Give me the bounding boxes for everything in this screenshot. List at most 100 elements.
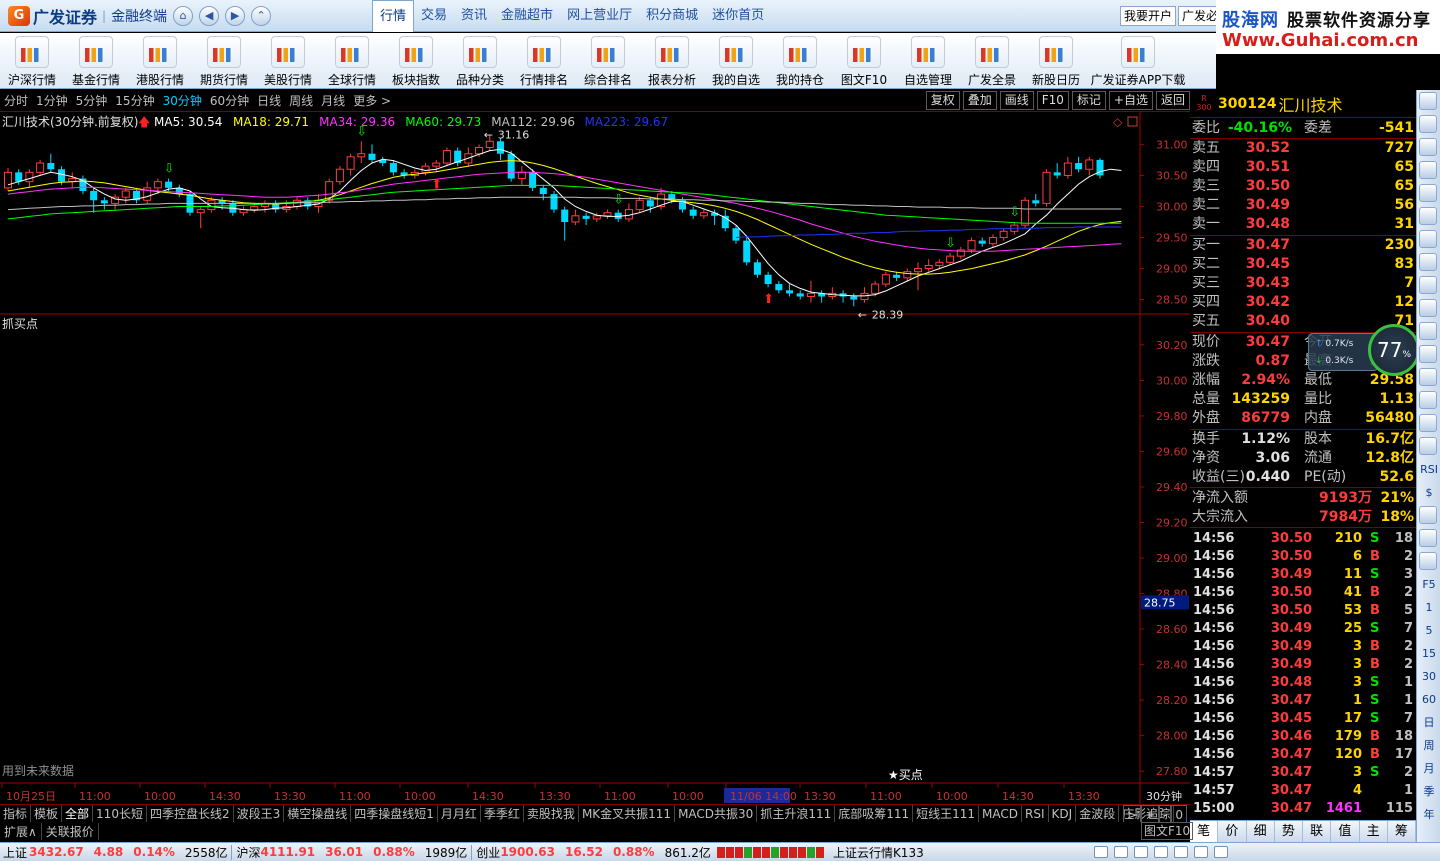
home-icon[interactable]: ⌂: [173, 5, 194, 26]
strip-btn-14[interactable]: [1419, 414, 1437, 432]
chart-btn-2[interactable]: 画线: [999, 91, 1034, 110]
toolbar-btn-10[interactable]: 报表分析: [640, 33, 704, 89]
open-account-button[interactable]: 我要开户: [1120, 6, 1177, 26]
cy-index-label[interactable]: 创业: [476, 844, 500, 861]
indicator-tab-12[interactable]: MACD共振30: [675, 804, 758, 823]
screen-icon[interactable]: [1173, 846, 1188, 858]
indicator-tab-15[interactable]: 短线王111: [913, 804, 980, 823]
strip-btn-26[interactable]: 60: [1419, 690, 1439, 710]
menu-item-0[interactable]: 行情: [372, 0, 415, 32]
indicator-tab-7[interactable]: 四季操盘线短1: [351, 804, 438, 823]
toolbar-btn-16[interactable]: 新股日历: [1024, 33, 1088, 89]
toolbar-btn-11[interactable]: 我的自选: [704, 33, 768, 89]
strip-btn-17[interactable]: $: [1419, 483, 1439, 503]
strip-btn-1[interactable]: [1419, 115, 1437, 133]
toolbar-btn-3[interactable]: 期货行情: [192, 33, 256, 89]
chart-btn-5[interactable]: +自选: [1108, 91, 1153, 110]
toolbar-btn-1[interactable]: 基金行情: [64, 33, 128, 89]
indicator-tab-18[interactable]: KDJ: [1049, 804, 1077, 823]
indicator-tab-3[interactable]: 110长短: [93, 804, 147, 823]
arrow-icon[interactable]: [1193, 846, 1208, 858]
strip-btn-31[interactable]: 年: [1419, 805, 1439, 825]
message-icon[interactable]: [1093, 846, 1108, 858]
indicator-ctl-2[interactable]: -: [1159, 804, 1172, 823]
indicator-ctl-3[interactable]: 0: [1171, 804, 1187, 823]
indicator-tab-11[interactable]: MK金叉共振111: [579, 804, 676, 823]
right-tab-4[interactable]: 联: [1303, 821, 1332, 842]
indicator-tab-4[interactable]: 四季控盘长线2: [147, 804, 234, 823]
strip-btn-13[interactable]: [1419, 391, 1437, 409]
timeframe-6[interactable]: 日线: [253, 92, 285, 109]
timeframe-3[interactable]: 15分钟: [111, 92, 158, 109]
toolbar-btn-7[interactable]: 品种分类: [448, 33, 512, 89]
chart-btn-1[interactable]: 叠加: [962, 91, 997, 110]
bottom-tab-0[interactable]: 扩展∧: [0, 822, 42, 840]
menu-item-3[interactable]: 金融超市: [494, 0, 560, 32]
chart-btn-6[interactable]: 返回: [1155, 91, 1190, 110]
indicator-tab-13[interactable]: 抓主升浪111: [757, 804, 836, 823]
right-tab-3[interactable]: 势: [1275, 821, 1303, 842]
right-tab-7[interactable]: 筹: [1388, 821, 1416, 842]
toolbar-btn-17[interactable]: 广发证券APP下载: [1088, 33, 1188, 89]
menu-item-2[interactable]: 资讯: [454, 0, 494, 32]
chart-btn-4[interactable]: 标记: [1071, 91, 1106, 110]
strip-btn-15[interactable]: [1419, 437, 1437, 455]
menu-item-4[interactable]: 网上营业厅: [560, 0, 639, 32]
cloud-quote-label[interactable]: 上证云行情K133: [833, 844, 924, 861]
toolbar-btn-12[interactable]: 我的持仓: [768, 33, 832, 89]
settings-icon[interactable]: [1153, 846, 1168, 858]
strip-btn-2[interactable]: [1419, 138, 1437, 156]
strip-btn-30[interactable]: 季: [1419, 782, 1439, 802]
toolbar-btn-6[interactable]: 板块指数: [384, 33, 448, 89]
collapse-icon[interactable]: ⌃: [251, 5, 272, 26]
timeframe-4[interactable]: 30分钟: [159, 92, 206, 109]
strip-btn-12[interactable]: [1419, 368, 1437, 386]
lock-icon[interactable]: [1113, 846, 1128, 858]
menu-item-1[interactable]: 交易: [414, 0, 454, 32]
timeframe-0[interactable]: 分时: [0, 92, 32, 109]
strip-btn-27[interactable]: 日: [1419, 713, 1439, 733]
menu-item-5[interactable]: 积分商城: [639, 0, 705, 32]
timeframe-7[interactable]: 周线: [285, 92, 317, 109]
strip-btn-21[interactable]: F5: [1419, 575, 1439, 595]
indicator-ctl-1[interactable]: +: [1140, 804, 1160, 823]
strip-btn-19[interactable]: [1419, 529, 1437, 547]
timeframe-2[interactable]: 5分钟: [72, 92, 112, 109]
strip-btn-23[interactable]: 5: [1419, 621, 1439, 641]
bottom-tab-1[interactable]: 关联报价: [42, 822, 99, 840]
strip-btn-8[interactable]: [1419, 276, 1437, 294]
strip-btn-29[interactable]: 月: [1419, 759, 1439, 779]
indicator-tab-1[interactable]: 模板: [31, 804, 63, 823]
strip-btn-16[interactable]: RSI: [1419, 460, 1439, 480]
kline-chart[interactable]: 汇川技术(30分钟.前复权) 🡅 MA5: 30.54 MA18: 29.71 MA34…: [0, 112, 1190, 804]
f10-button[interactable]: 图文F10: [1141, 822, 1194, 840]
sh-index-label[interactable]: 上证: [3, 844, 27, 861]
strip-btn-28[interactable]: 周: [1419, 736, 1439, 756]
toolbar-btn-15[interactable]: 广发全景: [960, 33, 1024, 89]
indicator-tab-2[interactable]: 全部: [62, 804, 94, 823]
toolbar-btn-8[interactable]: 行情排名: [512, 33, 576, 89]
back-icon[interactable]: ◀: [199, 5, 220, 26]
indicator-tab-0[interactable]: 指标: [0, 804, 32, 823]
strip-btn-20[interactable]: [1419, 552, 1437, 570]
toolbar-btn-5[interactable]: 全球行情: [320, 33, 384, 89]
timeframe-8[interactable]: 月线: [317, 92, 349, 109]
timeframe-9[interactable]: 更多 >: [349, 92, 395, 109]
strip-btn-25[interactable]: 30: [1419, 667, 1439, 687]
strip-btn-6[interactable]: [1419, 230, 1437, 248]
forward-icon[interactable]: ▶: [225, 5, 246, 26]
strip-btn-5[interactable]: [1419, 207, 1437, 225]
right-tab-1[interactable]: 价: [1218, 821, 1247, 842]
toolbar-btn-4[interactable]: 美股行情: [256, 33, 320, 89]
strip-btn-3[interactable]: [1419, 161, 1437, 179]
chart-btn-3[interactable]: F10: [1036, 91, 1069, 110]
strip-btn-24[interactable]: 15: [1419, 644, 1439, 664]
strip-btn-18[interactable]: [1419, 506, 1437, 524]
indicator-ctl-0[interactable]: >: [1122, 804, 1141, 823]
network-monitor[interactable]: ↑ 0.7K/s ↓ 0.3K/s 77%: [1308, 324, 1432, 378]
toolbar-btn-14[interactable]: 自选管理: [896, 33, 960, 89]
toolbar-btn-2[interactable]: 港股行情: [128, 33, 192, 89]
indicator-tab-5[interactable]: 波段王3: [234, 804, 285, 823]
toolbar-btn-9[interactable]: 综合排名: [576, 33, 640, 89]
right-tab-6[interactable]: 主: [1360, 821, 1388, 842]
